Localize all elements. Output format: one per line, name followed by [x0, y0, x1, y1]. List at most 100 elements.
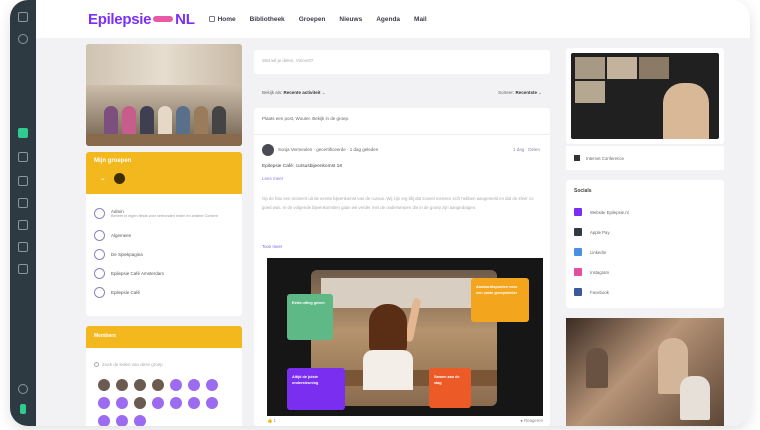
nav-item-library[interactable]: Bibliotheek	[250, 16, 285, 23]
members-panel: Zoek de leden van deze groep	[86, 348, 242, 426]
social-item-linkedin[interactable]: LinkedIn	[574, 242, 716, 262]
post-body: Op de foto een moment uit de eerste bije…	[262, 196, 534, 210]
settings-icon[interactable]	[18, 176, 28, 186]
avatar[interactable]	[170, 379, 182, 391]
photo-person	[176, 106, 190, 136]
avatar[interactable]	[98, 415, 110, 426]
video-card[interactable]	[566, 48, 724, 144]
video-caption[interactable]: Internet Conference	[566, 146, 724, 170]
post-author[interactable]: Sonja Vermeulen · gecertificeerde · 1 da…	[278, 147, 378, 152]
post-media[interactable]: Extra uitleg geven Aandachtspunten voor …	[267, 258, 543, 416]
filter-sort[interactable]: Sorteer: Recentste ⌄	[498, 90, 542, 96]
help-icon[interactable]	[18, 384, 28, 394]
group-avatar-icon	[94, 249, 105, 260]
post-link[interactable]: Lees meer	[262, 176, 283, 181]
avatar[interactable]	[188, 379, 200, 391]
post-reactions: 👍 1 ● Reageren	[267, 418, 543, 426]
avatar[interactable]	[170, 397, 182, 409]
search-icon[interactable]	[18, 34, 28, 44]
avatar[interactable]	[262, 144, 274, 156]
video-caption-label: Internet Conference	[586, 155, 624, 161]
photo-person	[194, 106, 208, 136]
social-item-facebook[interactable]: Facebook	[574, 282, 716, 302]
social-item-label: Instagram	[590, 269, 610, 275]
grid-icon[interactable]	[18, 12, 28, 22]
nav-item-news[interactable]: Nieuws	[339, 16, 362, 23]
folder-icon[interactable]	[18, 198, 28, 208]
filter-view-value: Recente activiteit	[283, 90, 321, 95]
users-icon[interactable]	[18, 152, 28, 162]
group-item-label: Epilepsie Café	[111, 290, 141, 295]
brand-name-right: NL	[175, 10, 195, 28]
event-photo	[566, 318, 724, 426]
avatar[interactable]	[116, 397, 128, 409]
avatar[interactable]	[134, 397, 146, 409]
nav-item-agenda[interactable]: Agenda	[376, 16, 400, 23]
document-icon[interactable]	[18, 242, 28, 252]
members-search[interactable]: Zoek de leden van deze groep	[94, 362, 234, 367]
social-item-website[interactable]: Website Epilepsie.nl	[574, 202, 716, 222]
avatar[interactable]	[98, 397, 110, 409]
nav-item-groups[interactable]: Groepen	[299, 16, 326, 23]
group-item-admin[interactable]: Admin Beheer in eigen fields voor verbond…	[94, 200, 234, 226]
photo-person	[104, 106, 118, 136]
group-avatar-icon	[94, 287, 105, 298]
video-tile	[575, 57, 605, 79]
divider	[254, 134, 550, 135]
social-item-apple[interactable]: Apple Pay	[574, 222, 716, 242]
photo-wall	[86, 44, 242, 85]
filter-view[interactable]: Bekijk als: Recente activiteit ⌄	[262, 90, 326, 96]
socials-card: Socials Website Epilepsie.nl Apple Pay L…	[566, 180, 724, 308]
avatar[interactable]	[206, 379, 218, 391]
search-icon	[94, 362, 99, 367]
members-title: Members	[94, 333, 116, 339]
video-tile	[639, 57, 669, 79]
post-composer[interactable]: Wat wil je delen, Vincent?	[254, 50, 550, 74]
main-nav: Home Bibliotheek Groepen Nieuws Agenda M…	[208, 15, 427, 23]
social-item-instagram[interactable]: Instagram	[574, 262, 716, 282]
brand-logo[interactable]: Epilepsie NL	[88, 11, 195, 28]
nav-item-mail[interactable]: Mail	[414, 16, 427, 23]
social-item-label: Apple Pay	[590, 229, 610, 235]
avatar[interactable]	[206, 397, 218, 409]
post-meta[interactable]: 1 dag · Delen	[513, 147, 540, 152]
group-item-cafe-amsterdam[interactable]: Epilepsie Café Amsterdam	[94, 264, 234, 283]
media-tag-purple: Altijd de juiste ondersteuning	[287, 368, 345, 410]
brand-name-left: Epilepsie	[88, 10, 152, 28]
show-more-link[interactable]: Toon meer	[262, 244, 282, 249]
group-item-algemeen[interactable]: Algemeen	[94, 226, 234, 245]
avatar[interactable]	[152, 397, 164, 409]
chart-icon[interactable]	[18, 264, 28, 274]
video-tile	[607, 57, 637, 79]
nav-item-home[interactable]: Home	[208, 15, 236, 23]
comment-button[interactable]: ● Reageren	[520, 418, 543, 426]
social-item-label: Website Epilepsie.nl	[590, 209, 629, 215]
members-avatar-grid	[98, 379, 234, 426]
social-item-label: LinkedIn	[590, 249, 607, 255]
group-item-cafe[interactable]: Epilepsie Café	[94, 283, 234, 302]
avatar[interactable]	[188, 397, 200, 409]
group-item-label: Algemeen	[111, 233, 132, 238]
media-tag-yellow: Aandachtspunten voor een vaste groepslei…	[471, 278, 529, 322]
calendar-icon[interactable]	[18, 220, 28, 230]
apple-icon	[574, 228, 582, 236]
feed-filters: Bekijk als: Recente activiteit ⌄ Sorteer…	[254, 86, 550, 100]
app-window: Epilepsie NL Home Bibliotheek Groepen Nie…	[10, 0, 750, 426]
filter-sort-value: Recentste	[515, 90, 537, 95]
avatar[interactable]	[116, 379, 128, 391]
home-icon[interactable]	[18, 128, 28, 138]
avatar[interactable]	[134, 415, 146, 426]
group-count-badge[interactable]	[114, 173, 125, 184]
group-item-spiekpagina[interactable]: De Spiekpagina	[94, 245, 234, 264]
comment-label: Reageren	[524, 418, 543, 423]
chevron-down-icon[interactable]: ⌄	[100, 174, 106, 182]
photo-person	[158, 106, 172, 136]
avatar[interactable]	[98, 379, 110, 391]
groups-list: Admin Beheer in eigen fields voor verbond…	[86, 194, 242, 316]
avatar[interactable]	[152, 379, 164, 391]
top-navigation: Epilepsie NL Home Bibliotheek Groepen Nie…	[36, 0, 750, 38]
group-avatar-icon	[94, 207, 105, 219]
like-button[interactable]: 👍 1	[267, 418, 276, 426]
avatar[interactable]	[134, 379, 146, 391]
avatar[interactable]	[116, 415, 128, 426]
